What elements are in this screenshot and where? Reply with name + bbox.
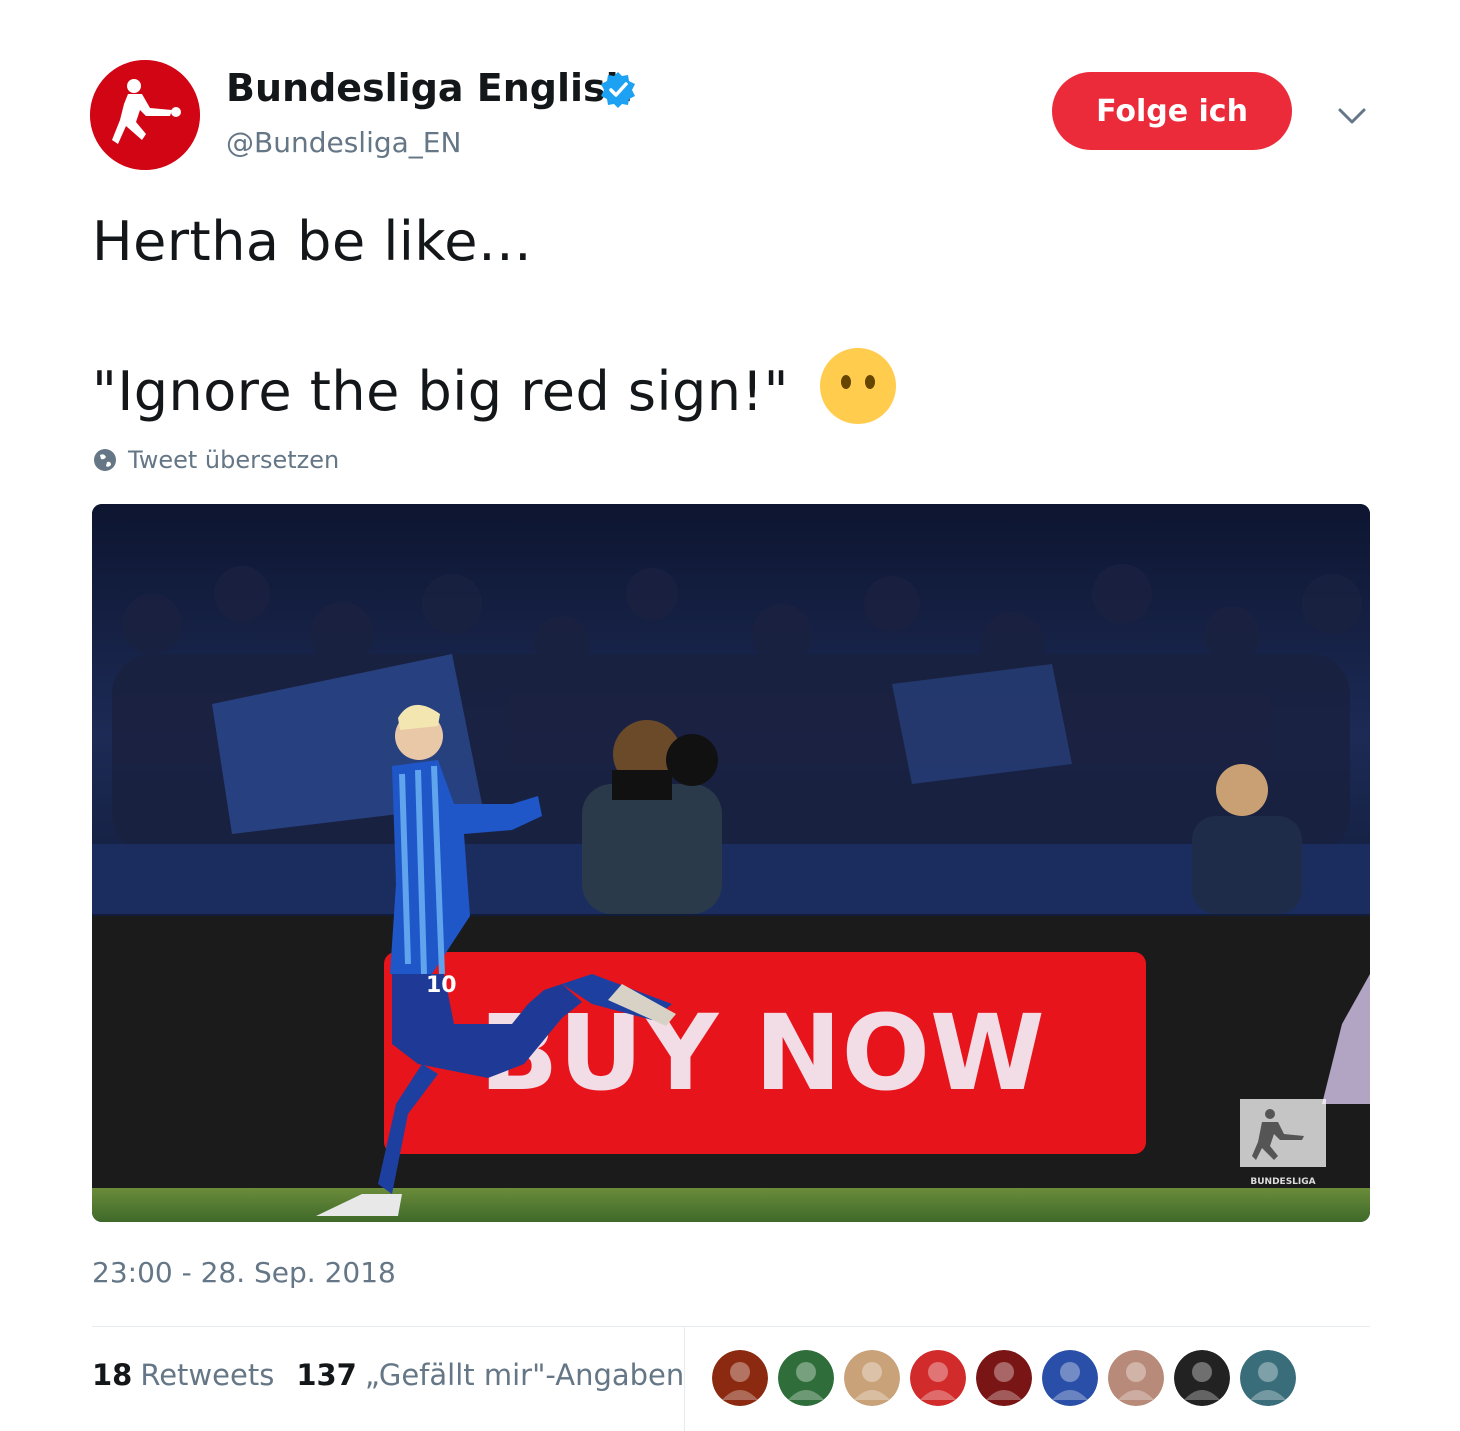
author-avatar[interactable]: [90, 60, 200, 170]
likes-count: 137: [296, 1358, 357, 1392]
following-button[interactable]: Folge ich: [1052, 72, 1292, 150]
liker-avatar[interactable]: [712, 1350, 768, 1406]
liker-avatar[interactable]: [778, 1350, 834, 1406]
liker-avatar[interactable]: [1042, 1350, 1098, 1406]
translate-tweet-link[interactable]: Tweet übersetzen: [92, 446, 339, 474]
user-avatar-icon: [712, 1350, 768, 1406]
likes-label: „Gefällt mir"-Angaben: [364, 1358, 685, 1392]
liker-avatar[interactable]: [976, 1350, 1032, 1406]
tweet-media-image[interactable]: BUY NOW BUNDESLIGA 10: [92, 504, 1370, 1222]
divider: [92, 1326, 1370, 1327]
engagement-stats: 18 Retweets 137 „Gefällt mir"-Angaben: [92, 1358, 684, 1392]
retweets-count: 18: [92, 1358, 133, 1392]
tweet-text-line: Hertha be like…: [92, 210, 533, 273]
verified-badge-icon: [598, 70, 638, 110]
jersey-number: 10: [426, 973, 457, 998]
likers-avatar-list: [712, 1350, 1296, 1406]
bundesliga-watermark: BUNDESLIGA: [1250, 1177, 1315, 1187]
face-without-mouth-emoji-icon: [818, 346, 898, 426]
tweet-text-line: "Ignore the big red sign!": [92, 360, 790, 423]
bundesliga-logo-icon: [90, 60, 200, 170]
user-avatar-icon: [1042, 1350, 1098, 1406]
author-handle[interactable]: @Bundesliga_EN: [226, 126, 461, 159]
tweet-timestamp[interactable]: 23:00 - 28. Sep. 2018: [92, 1256, 396, 1289]
user-avatar-icon: [910, 1350, 966, 1406]
liker-avatar[interactable]: [1240, 1350, 1296, 1406]
user-avatar-icon: [778, 1350, 834, 1406]
likes-stat[interactable]: 137 „Gefällt mir"-Angaben: [296, 1358, 684, 1392]
user-avatar-icon: [1174, 1350, 1230, 1406]
liker-avatar[interactable]: [910, 1350, 966, 1406]
translate-label: Tweet übersetzen: [128, 446, 340, 474]
chevron-down-icon[interactable]: [1334, 100, 1370, 132]
globe-icon: [94, 449, 116, 471]
liker-avatar[interactable]: [1174, 1350, 1230, 1406]
user-avatar-icon: [1240, 1350, 1296, 1406]
retweets-label: Retweets: [140, 1358, 275, 1392]
liker-avatar[interactable]: [1108, 1350, 1164, 1406]
user-avatar-icon: [976, 1350, 1032, 1406]
retweets-stat[interactable]: 18 Retweets: [92, 1358, 274, 1392]
user-avatar-icon: [1108, 1350, 1164, 1406]
user-avatar-icon: [844, 1350, 900, 1406]
liker-avatar[interactable]: [844, 1350, 900, 1406]
author-display-name[interactable]: Bundesliga English: [226, 66, 633, 110]
